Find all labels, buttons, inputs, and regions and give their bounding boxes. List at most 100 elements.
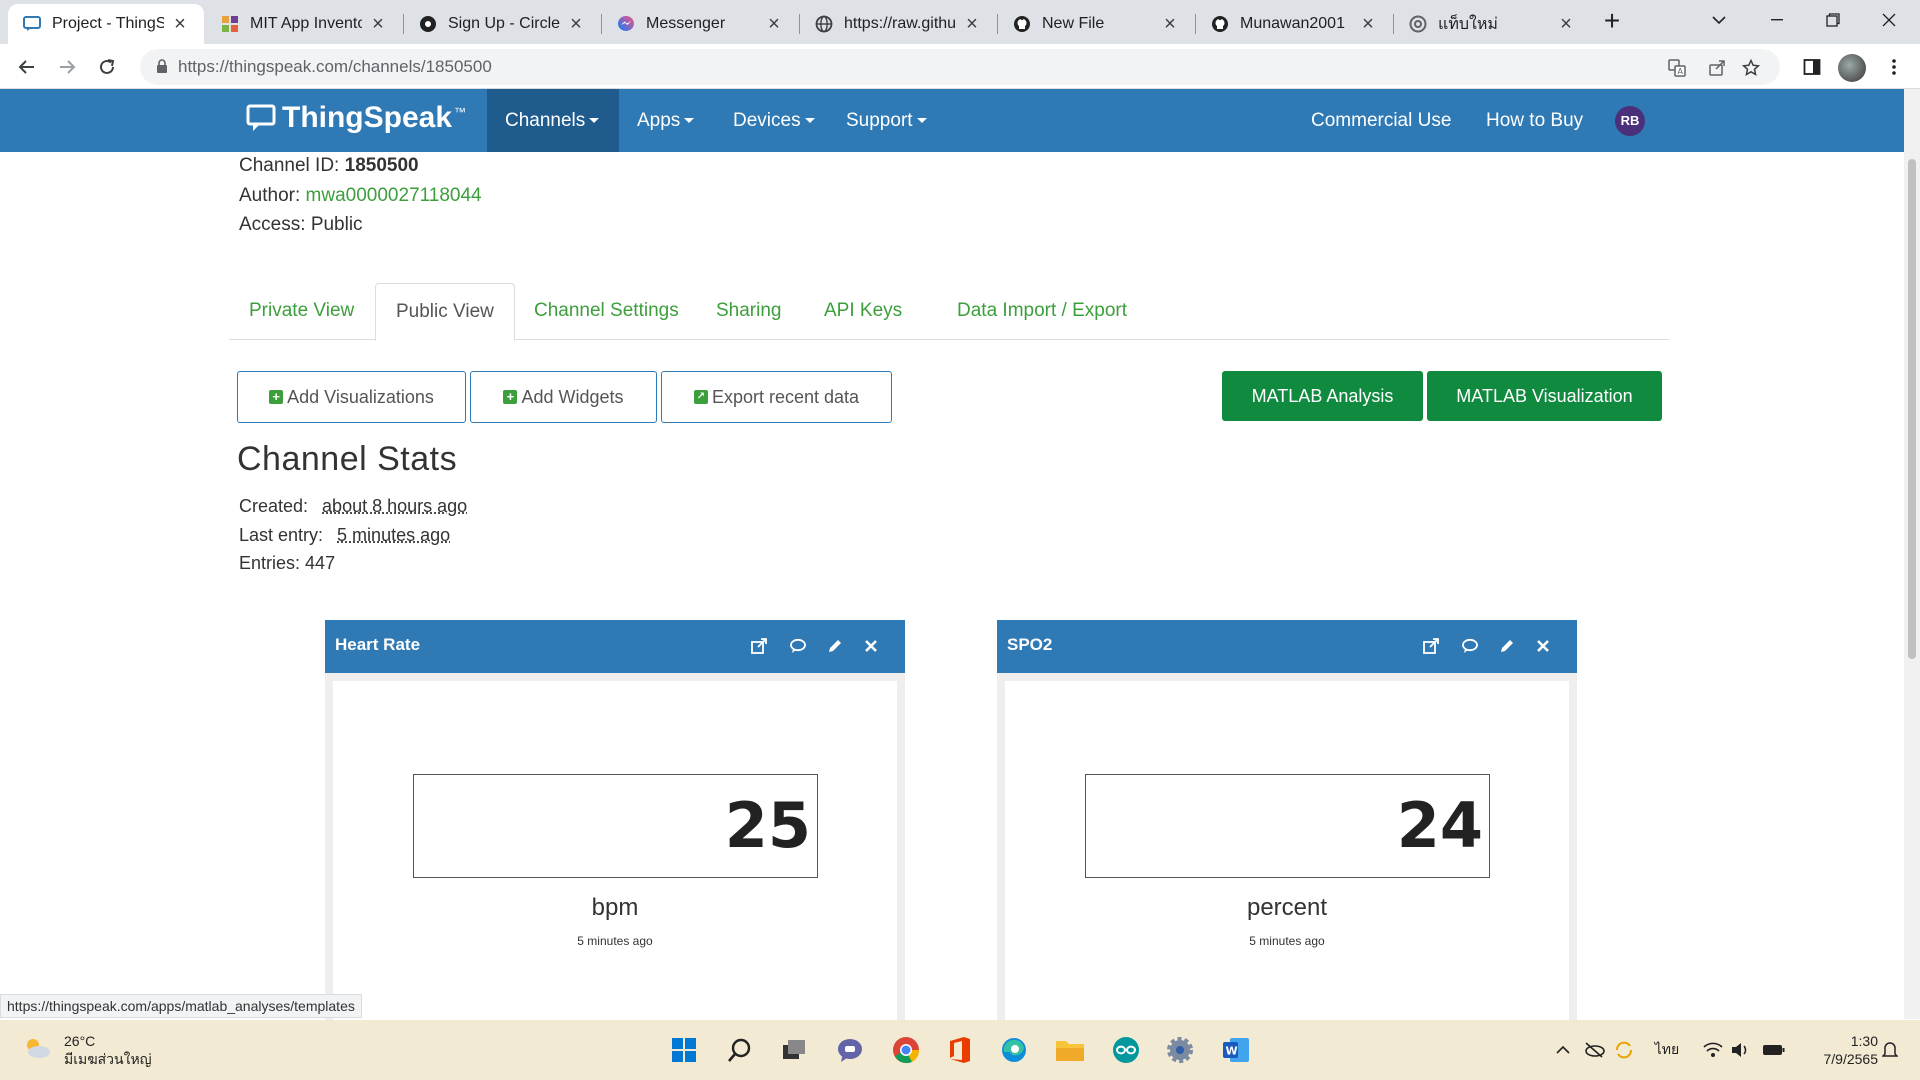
minimize-icon[interactable] — [1754, 0, 1800, 40]
onedrive-offline-icon[interactable] — [1582, 1038, 1606, 1062]
export-recent-data-button[interactable]: ↗ Export recent data — [661, 371, 892, 423]
close-tab-icon[interactable]: × — [764, 13, 784, 36]
nav-apps[interactable]: Apps — [619, 89, 712, 152]
heart-rate-widget: Heart Rate 25 bpm 5 minutes ago — [325, 620, 905, 1021]
office-icon[interactable] — [944, 1034, 976, 1066]
add-visualizations-button[interactable]: + Add Visualizations — [237, 371, 466, 423]
close-tab-icon[interactable]: × — [962, 13, 982, 36]
chrome-taskbar-icon[interactable] — [890, 1034, 922, 1066]
teams-chat-icon[interactable] — [834, 1034, 866, 1066]
browser-tab-mit[interactable]: MIT App Inventor × — [206, 4, 402, 44]
windows-start-icon[interactable] — [668, 1034, 700, 1066]
forward-arrow-icon[interactable] — [52, 52, 82, 82]
caret-down-icon — [916, 118, 927, 124]
browser-tab-messenger[interactable]: Messenger × — [602, 4, 798, 44]
close-tab-icon[interactable]: × — [368, 13, 388, 36]
settings-gear-icon[interactable] — [1164, 1034, 1196, 1066]
nav-devices[interactable]: Devices — [715, 89, 833, 152]
tab-data-import-export[interactable]: Data Import / Export — [937, 283, 1147, 341]
close-tab-icon[interactable]: × — [170, 13, 190, 36]
sync-warning-icon[interactable] — [1612, 1038, 1636, 1062]
tray-chevron-up-icon[interactable] — [1552, 1038, 1574, 1062]
tab-private-view[interactable]: Private View — [229, 283, 374, 341]
restore-icon[interactable] — [1810, 0, 1856, 40]
pencil-icon[interactable] — [825, 636, 845, 656]
browser-tab-new-file[interactable]: New File × — [998, 4, 1194, 44]
wifi-icon[interactable] — [1702, 1038, 1724, 1062]
search-icon[interactable] — [724, 1034, 756, 1066]
share-icon[interactable] — [1706, 57, 1728, 79]
scrollbar-thumb[interactable] — [1908, 159, 1916, 659]
caret-down-icon — [684, 118, 695, 124]
external-link-icon[interactable] — [749, 636, 769, 656]
edge-icon[interactable] — [998, 1034, 1030, 1066]
weather-widget[interactable]: 26°C มีเมฆส่วนใหญ่ — [22, 1032, 152, 1068]
comment-icon[interactable] — [788, 636, 808, 656]
channel-tabs: Private View Public View Channel Setting… — [229, 283, 1669, 341]
nav-channels[interactable]: Channels — [487, 89, 619, 152]
tab-sharing[interactable]: Sharing — [696, 283, 802, 341]
browser-tab-thingspeak[interactable]: Project - ThingSp × — [8, 4, 204, 44]
close-tab-icon[interactable]: × — [1358, 13, 1378, 36]
close-icon[interactable] — [861, 636, 881, 656]
file-explorer-icon[interactable] — [1054, 1034, 1086, 1066]
nav-how-to-buy[interactable]: How to Buy — [1468, 89, 1601, 152]
add-widgets-button[interactable]: + Add Widgets — [470, 371, 657, 423]
close-tab-icon[interactable]: × — [566, 13, 586, 36]
volume-icon[interactable] — [1730, 1038, 1752, 1062]
bookmark-star-icon[interactable] — [1740, 57, 1762, 79]
status-bar-url: https://thingspeak.com/apps/matlab_analy… — [0, 994, 362, 1018]
temperature: 26°C — [64, 1033, 96, 1049]
task-view-icon[interactable] — [778, 1034, 810, 1066]
thingspeak-favicon-icon — [22, 14, 42, 34]
matlab-visualization-button[interactable]: MATLAB Visualization — [1427, 371, 1662, 421]
channel-id: 1850500 — [344, 155, 419, 176]
pencil-icon[interactable] — [1497, 636, 1517, 656]
close-tab-icon[interactable]: × — [1160, 13, 1180, 36]
browser-tab-raw-github[interactable]: https://raw.githu × — [800, 4, 996, 44]
user-avatar[interactable]: RB — [1615, 106, 1645, 136]
new-tab-button[interactable]: + — [1598, 7, 1626, 36]
translate-icon[interactable]: A — [1666, 57, 1688, 79]
external-link-icon[interactable] — [1421, 636, 1441, 656]
profile-avatar[interactable] — [1838, 54, 1866, 82]
url-text[interactable]: https://thingspeak.com/channels/1850500 — [178, 57, 492, 77]
close-window-icon[interactable] — [1866, 0, 1912, 40]
close-tab-icon[interactable]: × — [1556, 13, 1576, 36]
page-scrollbar[interactable] — [1904, 89, 1920, 1019]
matlab-analysis-button[interactable]: MATLAB Analysis — [1222, 371, 1423, 421]
globe-icon — [814, 14, 834, 34]
close-icon[interactable] — [1533, 636, 1553, 656]
reload-icon[interactable] — [92, 52, 122, 82]
tab-search-chevron-icon[interactable] — [1696, 0, 1742, 40]
browser-tab-munawan[interactable]: Munawan2001 × — [1196, 4, 1392, 44]
numeric-display: 24 — [1085, 774, 1490, 878]
browser-tab-circleci[interactable]: Sign Up - CircleCI × — [404, 4, 600, 44]
author-link[interactable]: mwa0000027118044 — [306, 185, 482, 206]
tab-api-keys[interactable]: API Keys — [804, 283, 922, 341]
mit-app-inventor-icon — [220, 14, 240, 34]
browser-tab-new-tab[interactable]: แท็บใหม่ × — [1394, 4, 1590, 44]
side-panel-icon[interactable] — [1800, 55, 1824, 79]
tab-channel-settings[interactable]: Channel Settings — [514, 283, 699, 341]
browser-tabstrip: Project - ThingSp × MIT App Inventor × S… — [0, 0, 1920, 44]
browser-menu-icon[interactable] — [1882, 55, 1906, 79]
nav-support[interactable]: Support — [828, 89, 945, 152]
battery-icon[interactable] — [1762, 1038, 1786, 1062]
back-arrow-icon[interactable] — [12, 52, 42, 82]
word-icon[interactable]: W — [1220, 1034, 1252, 1066]
arduino-icon[interactable] — [1110, 1034, 1142, 1066]
system-clock[interactable]: 1:30 7/9/2565 — [1810, 1032, 1879, 1068]
comment-icon[interactable] — [1460, 636, 1480, 656]
notification-bell-icon[interactable] — [1880, 1038, 1900, 1062]
tab-public-view[interactable]: Public View — [375, 283, 515, 341]
lock-icon[interactable] — [156, 59, 168, 78]
numeric-display: 25 — [413, 774, 818, 878]
plus-square-icon: + — [503, 390, 518, 404]
nav-commercial-use[interactable]: Commercial Use — [1293, 89, 1469, 152]
thingspeak-logo[interactable]: ThingSpeak ™ — [246, 101, 466, 135]
input-language[interactable]: ไทย — [1652, 1038, 1682, 1062]
address-bar[interactable]: https://thingspeak.com/channels/1850500 … — [140, 49, 1780, 85]
unit-label: percent — [1246, 894, 1328, 921]
widget-title: Heart Rate — [335, 635, 421, 654]
